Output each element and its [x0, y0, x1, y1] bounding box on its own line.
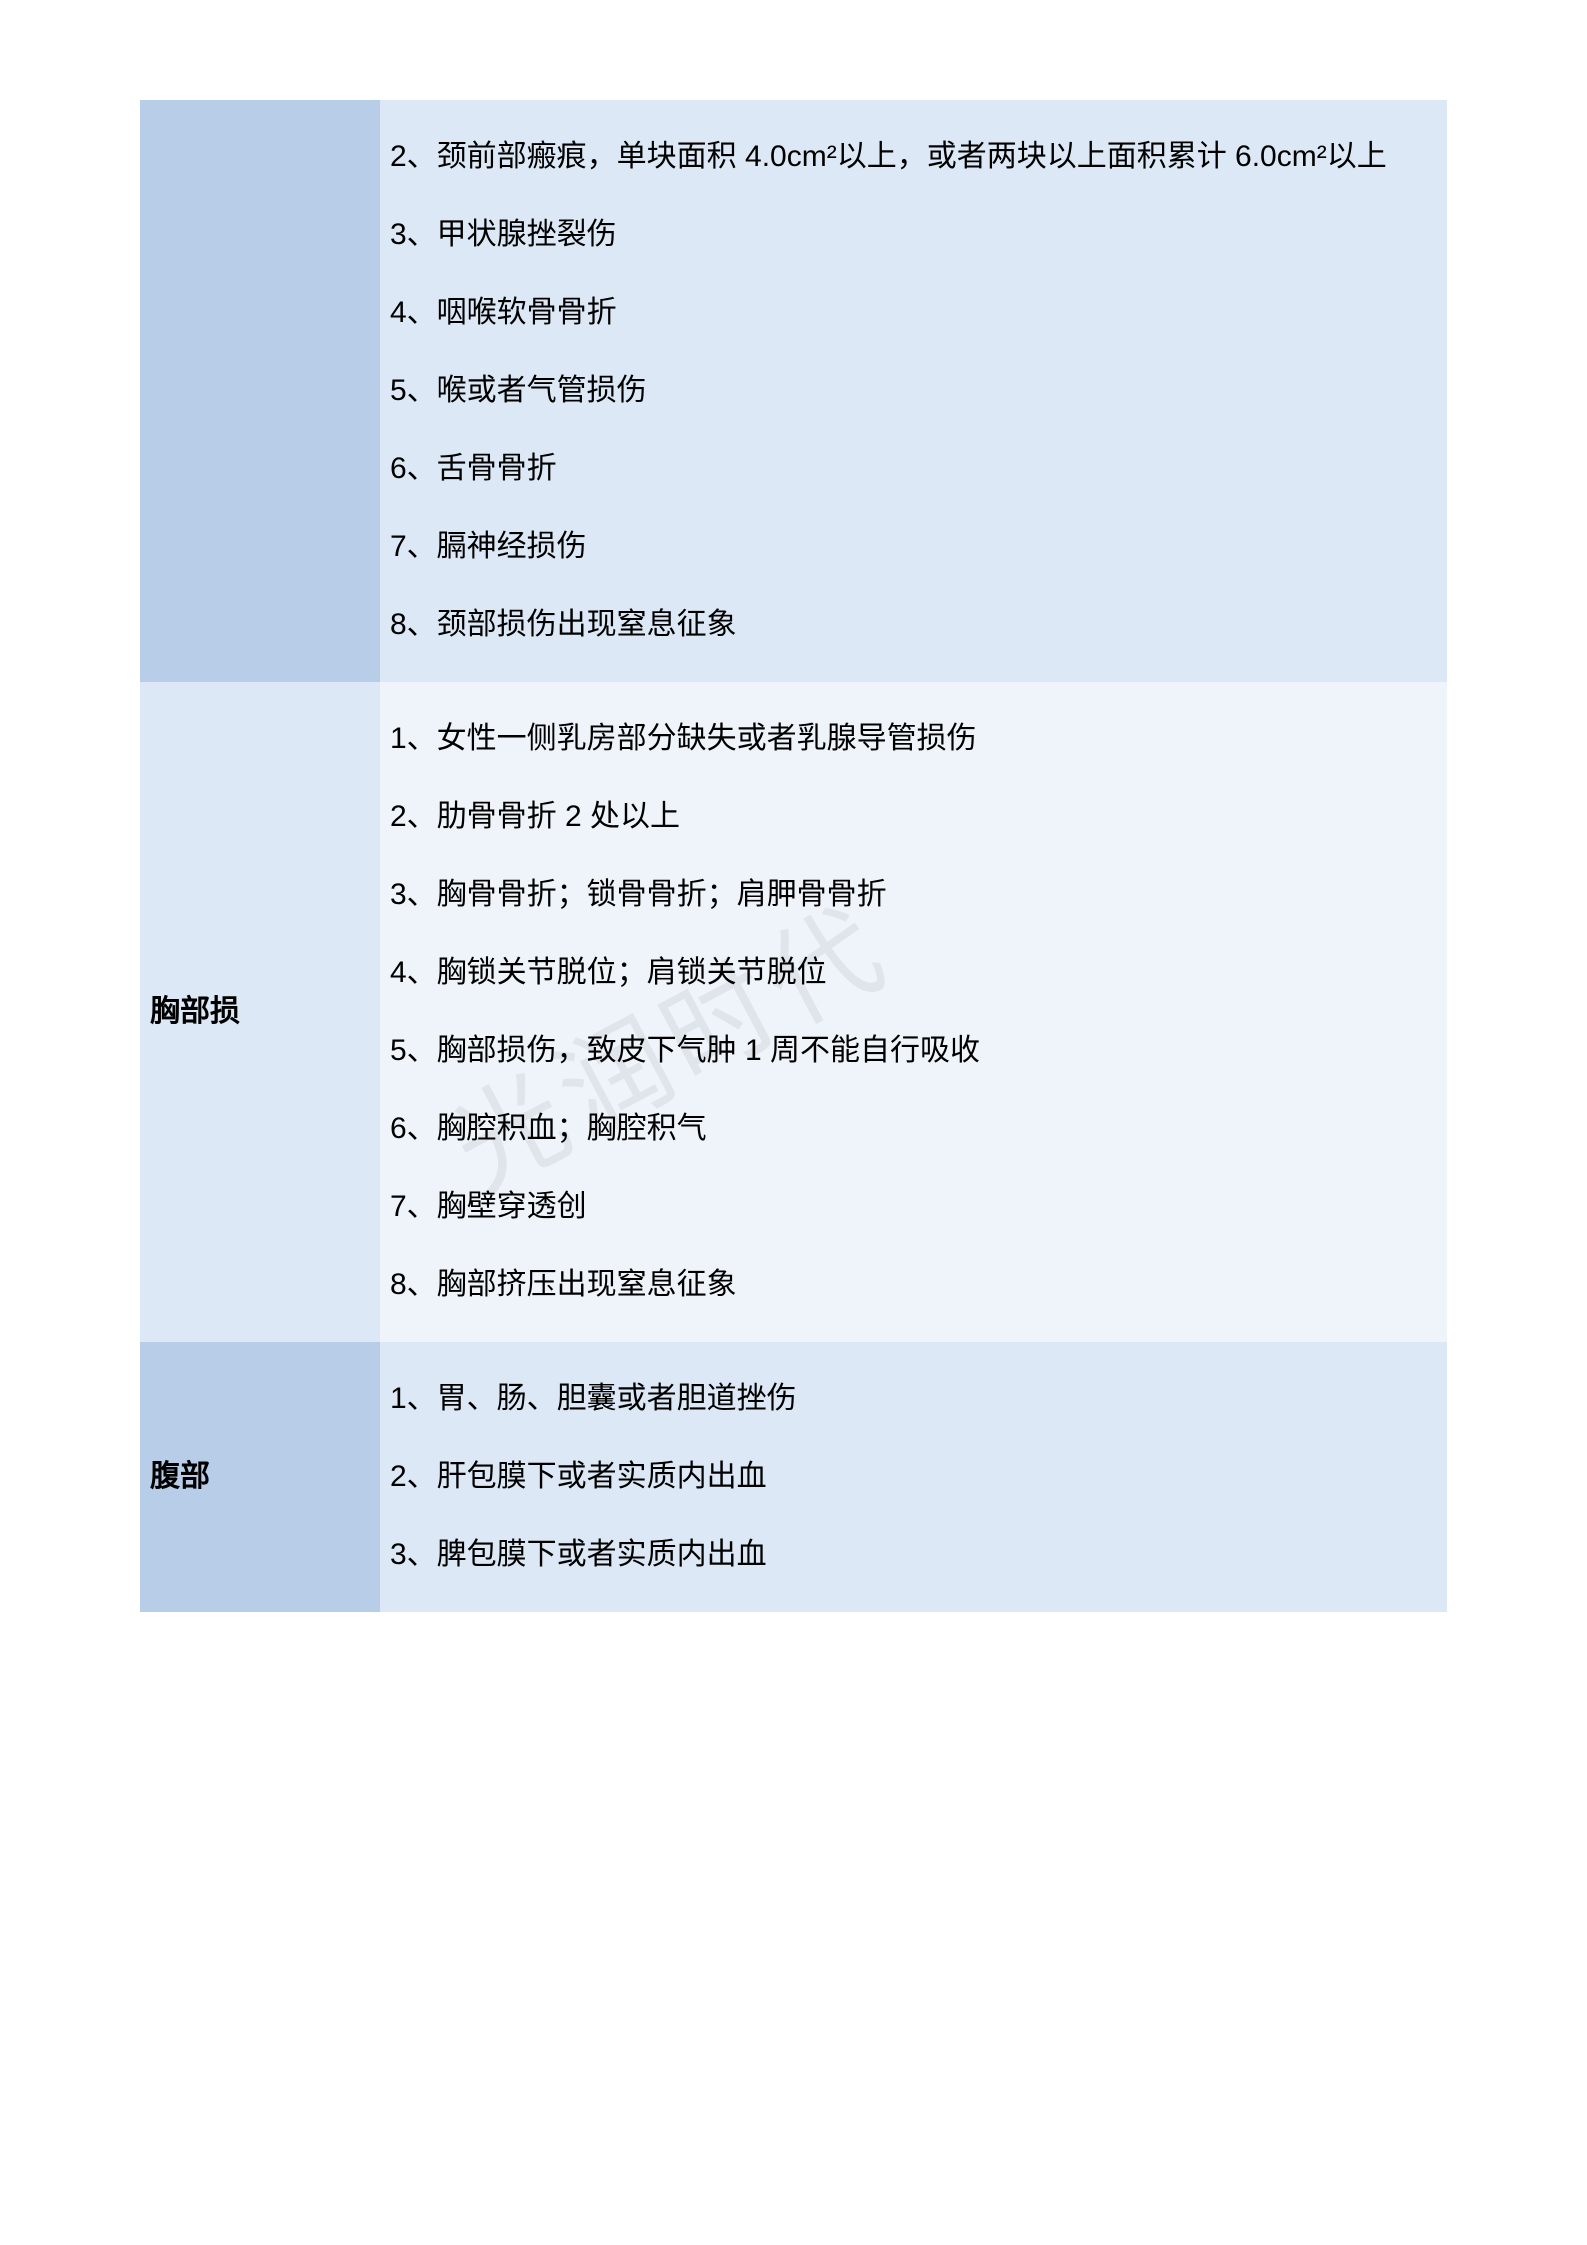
- list-item: 7、膈神经损伤: [390, 508, 1427, 586]
- items-cell-chest: 1、女性一侧乳房部分缺失或者乳腺导管损伤 2、肋骨骨折 2 处以上 3、胸骨骨折…: [380, 682, 1447, 1342]
- list-item: 3、甲状腺挫裂伤: [390, 196, 1427, 274]
- injury-table: 2、颈前部瘢痕，单块面积 4.0cm²以上，或者两块以上面积累计 6.0cm²以…: [140, 100, 1447, 1612]
- list-item: 2、肋骨骨折 2 处以上: [390, 778, 1427, 856]
- list-item: 4、咽喉软骨骨折: [390, 274, 1427, 352]
- category-cell-neck: [140, 100, 380, 682]
- list-item: 5、胸部损伤，致皮下气肿 1 周不能自行吸收: [390, 1012, 1427, 1090]
- list-item: 6、舌骨骨折: [390, 430, 1427, 508]
- list-item: 1、胃、肠、胆囊或者胆道挫伤: [390, 1360, 1427, 1438]
- document-page: 光润时代 2、颈前部瘢痕，单块面积 4.0cm²以上，或者两块以上面积累计 6.…: [0, 0, 1587, 2245]
- table-row-neck: 2、颈前部瘢痕，单块面积 4.0cm²以上，或者两块以上面积累计 6.0cm²以…: [140, 100, 1447, 682]
- items-cell-neck: 2、颈前部瘢痕，单块面积 4.0cm²以上，或者两块以上面积累计 6.0cm²以…: [380, 100, 1447, 682]
- list-item: 3、脾包膜下或者实质内出血: [390, 1516, 1427, 1594]
- list-item: 8、胸部挤压出现窒息征象: [390, 1246, 1427, 1324]
- table-row-chest: 胸部损 1、女性一侧乳房部分缺失或者乳腺导管损伤 2、肋骨骨折 2 处以上 3、…: [140, 682, 1447, 1342]
- list-item: 2、肝包膜下或者实质内出血: [390, 1438, 1427, 1516]
- category-label: 腹部: [150, 1460, 210, 1493]
- list-item: 6、胸腔积血；胸腔积气: [390, 1090, 1427, 1168]
- list-item: 5、喉或者气管损伤: [390, 352, 1427, 430]
- list-item: 2、颈前部瘢痕，单块面积 4.0cm²以上，或者两块以上面积累计 6.0cm²以…: [390, 118, 1427, 196]
- items-cell-abdomen: 1、胃、肠、胆囊或者胆道挫伤 2、肝包膜下或者实质内出血 3、脾包膜下或者实质内…: [380, 1342, 1447, 1612]
- category-cell-abdomen: 腹部: [140, 1342, 380, 1612]
- list-item: 1、女性一侧乳房部分缺失或者乳腺导管损伤: [390, 700, 1427, 778]
- table-row-abdomen: 腹部 1、胃、肠、胆囊或者胆道挫伤 2、肝包膜下或者实质内出血 3、脾包膜下或者…: [140, 1342, 1447, 1612]
- list-item: 3、胸骨骨折；锁骨骨折；肩胛骨骨折: [390, 856, 1427, 934]
- category-label: 胸部损: [150, 995, 240, 1028]
- list-item: 4、胸锁关节脱位；肩锁关节脱位: [390, 934, 1427, 1012]
- list-item: 7、胸壁穿透创: [390, 1168, 1427, 1246]
- list-item: 8、颈部损伤出现窒息征象: [390, 586, 1427, 664]
- category-cell-chest: 胸部损: [140, 682, 380, 1342]
